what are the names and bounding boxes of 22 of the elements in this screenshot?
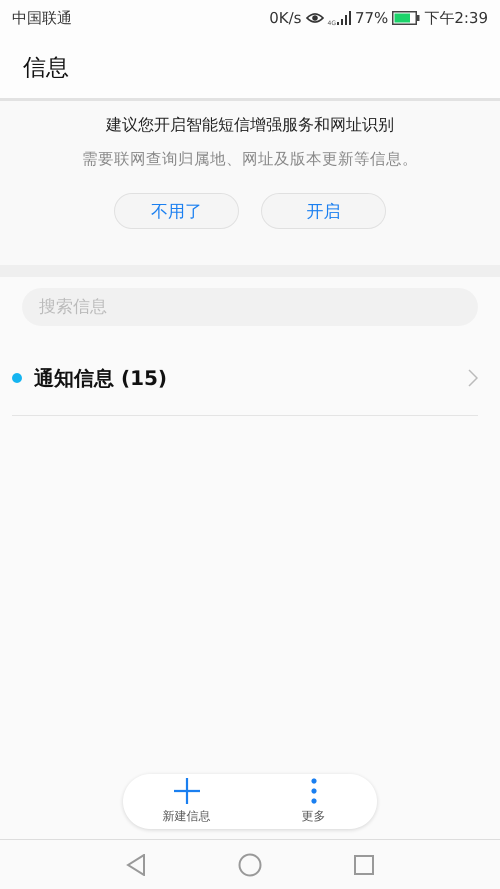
signal-icon (336, 11, 351, 25)
enable-button[interactable]: 开启 (261, 193, 386, 229)
clock: 下午2:39 (424, 8, 488, 28)
plus-icon (174, 778, 200, 804)
carrier-label: 中国联通 (12, 8, 72, 28)
decline-button[interactable]: 不用了 (114, 193, 239, 229)
battery-icon (392, 11, 420, 25)
eye-icon (306, 12, 324, 24)
suggestion-text: 需要联网查询归属地、网址及版本更新等信息。 (82, 149, 418, 170)
back-icon[interactable] (126, 854, 146, 876)
screen-title: 信息 (23, 54, 69, 82)
home-icon[interactable] (238, 852, 262, 876)
more-icon (310, 778, 316, 804)
recents-icon[interactable] (354, 854, 374, 874)
chevron-right-icon (468, 369, 478, 387)
more-button[interactable]: 更多 (264, 774, 364, 829)
battery-percent: 77% (354, 9, 388, 27)
conversation-item[interactable]: 通知信息 (15) (12, 341, 478, 416)
suggestion-title: 建议您开启智能短信增强服务和网址识别 (106, 115, 394, 136)
new-message-button[interactable]: 新建信息 (136, 774, 236, 829)
conversation-name: 通知信息 (15) (34, 364, 168, 392)
network-speed: 0K/s (269, 9, 302, 27)
